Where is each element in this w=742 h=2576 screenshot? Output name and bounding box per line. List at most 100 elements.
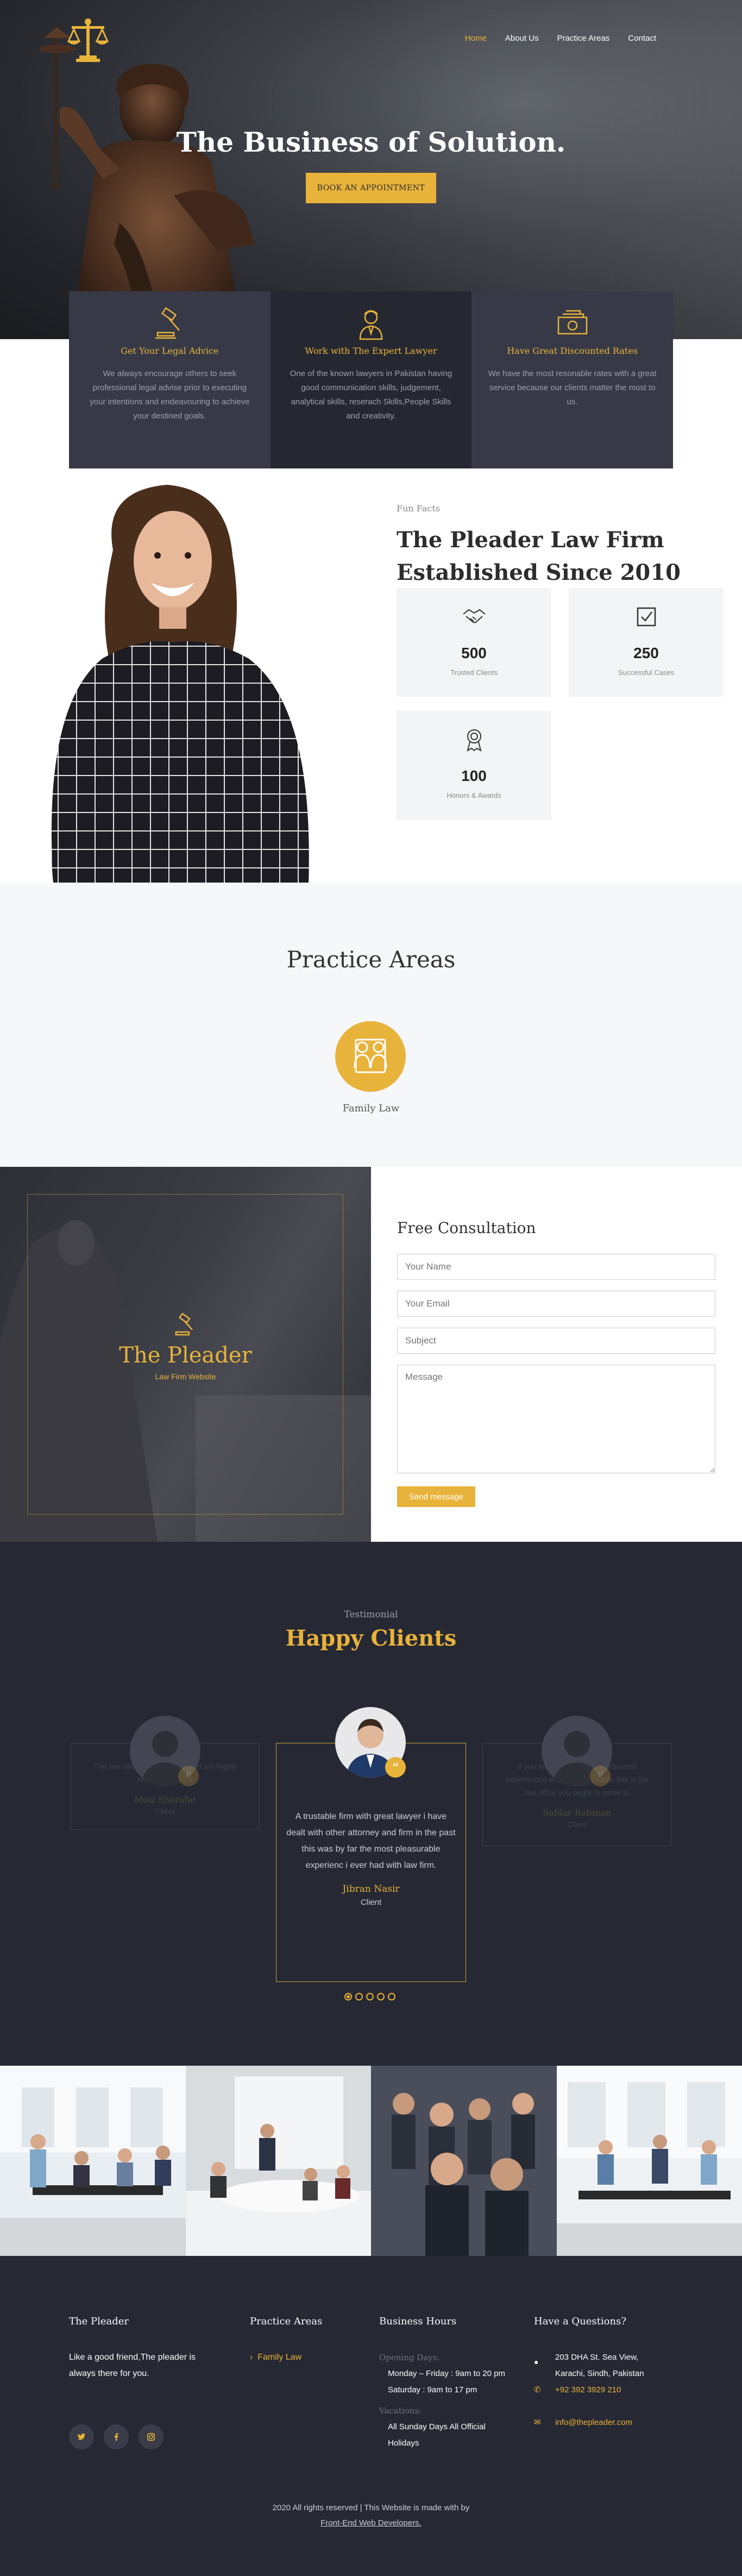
quote-icon: “ bbox=[385, 1757, 406, 1778]
site-footer: The Pleader Like a good friend,The plead… bbox=[0, 2256, 742, 2576]
feature-card: Work with The Expert Lawyer One of the k… bbox=[271, 291, 472, 468]
feature-text: We always encourage others to seek profe… bbox=[85, 367, 254, 423]
copyright-text: 2020 All rights reserved | This Website … bbox=[0, 2500, 742, 2516]
nav-home-link[interactable]: Home bbox=[465, 34, 487, 43]
footer-address: 203 DHA St. Sea View, Karachi, Sindh, Pa… bbox=[555, 2349, 669, 2382]
feature-card: Have Great Discounted Rates We have the … bbox=[471, 291, 673, 468]
practice-area-family-law[interactable] bbox=[335, 1021, 406, 1092]
email-icon: ✉ bbox=[534, 2415, 541, 2431]
practice-title: Practice Areas bbox=[0, 946, 742, 973]
subject-input[interactable] bbox=[397, 1328, 715, 1354]
carousel-dot[interactable] bbox=[388, 1993, 395, 2000]
footer-about-text: Like a good friend,The pleader is always… bbox=[69, 2349, 221, 2382]
testimonial-card: A trustable firm with great lawyer i hav… bbox=[276, 1743, 466, 1982]
chevron-right-icon: › bbox=[250, 2353, 257, 2362]
lawyer-icon bbox=[354, 307, 388, 341]
opening-days-label: Opening Days: bbox=[379, 2349, 439, 2366]
testimonial-role: Client bbox=[286, 1898, 456, 1907]
top-navigation: Home About Us Practice Areas Contact bbox=[0, 0, 742, 79]
copyright-notice: 2020 All rights reserved | This Website … bbox=[0, 2500, 742, 2531]
gavel-icon bbox=[152, 307, 187, 341]
quote-icon: “ bbox=[590, 1766, 611, 1786]
about-title: The Pleader Law Firm Established Since 2… bbox=[397, 524, 701, 589]
footer-contact-heading: Have a Questions? bbox=[534, 2316, 626, 2327]
gallery-image-team bbox=[371, 2066, 557, 2256]
name-input[interactable] bbox=[397, 1254, 715, 1280]
lawyer-portrait-image bbox=[21, 479, 338, 883]
stat-label: Trusted Clients bbox=[397, 668, 551, 677]
email-input[interactable] bbox=[397, 1291, 715, 1317]
main-menu: Home About Us Practice Areas Contact bbox=[465, 34, 656, 43]
opening-days-text: Monday – Friday : 9am to 20 pm Saturday … bbox=[388, 2366, 518, 2398]
fun-facts-label: Fun Facts bbox=[397, 503, 440, 514]
gallery-strip bbox=[0, 2066, 742, 2256]
stat-label: Successful Cases bbox=[569, 668, 724, 677]
testimonial-name: Moiz Sharafat bbox=[87, 1795, 243, 1805]
practice-areas-section: Practice Areas Family Law bbox=[0, 883, 742, 1167]
testimonial-name: Jibran Nasir bbox=[286, 1884, 456, 1895]
quote-icon: “ bbox=[178, 1766, 199, 1786]
testimonials-section: Testimonial Happy Clients The law office… bbox=[0, 1542, 742, 2066]
stat-card: 500 Trusted Clients bbox=[397, 588, 551, 697]
testimonial-text: A trustable firm with great lawyer i hav… bbox=[286, 1809, 456, 1874]
footer-family-law-label: Family Law bbox=[257, 2353, 301, 2362]
nav-practice-areas-link[interactable]: Practice Areas bbox=[557, 34, 610, 43]
stat-value: 500 bbox=[397, 645, 551, 662]
twitter-icon[interactable] bbox=[69, 2424, 94, 2449]
feature-title: Get Your Legal Advice bbox=[85, 346, 254, 356]
stat-value: 250 bbox=[569, 645, 724, 662]
testimonial-subtitle: Testimonial bbox=[0, 1609, 742, 1620]
stat-label: Honors & Awards bbox=[397, 791, 551, 799]
features-row: Get Your Legal Advice We always encourag… bbox=[69, 291, 673, 468]
send-message-button[interactable]: Send message bbox=[397, 1486, 475, 1507]
testimonial-role: Client bbox=[499, 1820, 655, 1829]
carousel-dot[interactable] bbox=[344, 1993, 352, 2000]
location-pin-icon: ● bbox=[534, 2354, 538, 2370]
carousel-dot[interactable] bbox=[366, 1993, 374, 2000]
money-icon bbox=[555, 307, 590, 341]
phone-icon: ✆ bbox=[534, 2382, 541, 2398]
developer-link[interactable]: Front-End Web Developers. bbox=[320, 2518, 422, 2528]
stat-value: 100 bbox=[397, 767, 551, 785]
carousel-dots bbox=[344, 1993, 395, 2000]
book-appointment-button[interactable]: BOOK AN APPOINTMENT bbox=[306, 173, 436, 203]
feature-title: Have Great Discounted Rates bbox=[488, 346, 657, 356]
stat-card: 250 Successful Cases bbox=[569, 588, 724, 697]
family-icon bbox=[335, 1021, 406, 1092]
footer-family-law-link[interactable]: › Family Law bbox=[250, 2349, 301, 2366]
gavel-icon bbox=[173, 1312, 199, 1339]
feature-text: One of the known lawyers in Pakistan hav… bbox=[287, 367, 456, 423]
footer-practice-heading: Practice Areas bbox=[250, 2316, 322, 2327]
testimonial-title: Happy Clients bbox=[0, 1625, 742, 1651]
message-textarea[interactable] bbox=[397, 1365, 715, 1473]
practice-area-label: Family Law bbox=[0, 1103, 742, 1114]
testimonial-role: Client bbox=[87, 1807, 243, 1816]
checkbox-icon bbox=[634, 604, 659, 629]
consultation-section: The Pleader Law Firm Website Free Consul… bbox=[0, 1167, 742, 1542]
carousel-dot[interactable] bbox=[355, 1993, 363, 2000]
consultation-tagline: Law Firm Website bbox=[0, 1372, 371, 1381]
testimonial-name: Safdar Rehman bbox=[499, 1808, 655, 1818]
consultation-form: Free Consultation Send message bbox=[371, 1167, 742, 1542]
footer-email[interactable]: info@thepleader.com bbox=[555, 2415, 632, 2431]
nav-about-link[interactable]: About Us bbox=[505, 34, 539, 43]
footer-about-heading: The Pleader bbox=[69, 2316, 129, 2327]
vacations-text: All Sunday Days All Official Holidays bbox=[388, 2419, 507, 2452]
consultation-brand: The Pleader bbox=[0, 1343, 371, 1368]
feature-title: Work with The Expert Lawyer bbox=[287, 346, 456, 356]
instagram-icon[interactable] bbox=[139, 2424, 164, 2449]
carousel-dot[interactable] bbox=[377, 1993, 385, 2000]
gallery-image-office bbox=[557, 2066, 742, 2256]
nav-contact-link[interactable]: Contact bbox=[628, 34, 656, 43]
hero-section: Home About Us Practice Areas Contact The… bbox=[0, 0, 742, 339]
footer-phone[interactable]: +92 392 3929 210 bbox=[555, 2382, 621, 2398]
footer-hours-heading: Business Hours bbox=[379, 2316, 456, 2327]
hero-title: The Business of Solution. bbox=[0, 126, 742, 158]
scales-logo-icon[interactable] bbox=[61, 14, 115, 68]
consultation-title: Free Consultation bbox=[397, 1219, 536, 1237]
vacations-label: Vacations: bbox=[379, 2403, 422, 2419]
facebook-icon[interactable] bbox=[104, 2424, 129, 2449]
feature-card: Get Your Legal Advice We always encourag… bbox=[69, 291, 271, 468]
handshake-icon bbox=[462, 604, 487, 629]
feature-text: We have the most resonable rates with a … bbox=[488, 367, 657, 409]
